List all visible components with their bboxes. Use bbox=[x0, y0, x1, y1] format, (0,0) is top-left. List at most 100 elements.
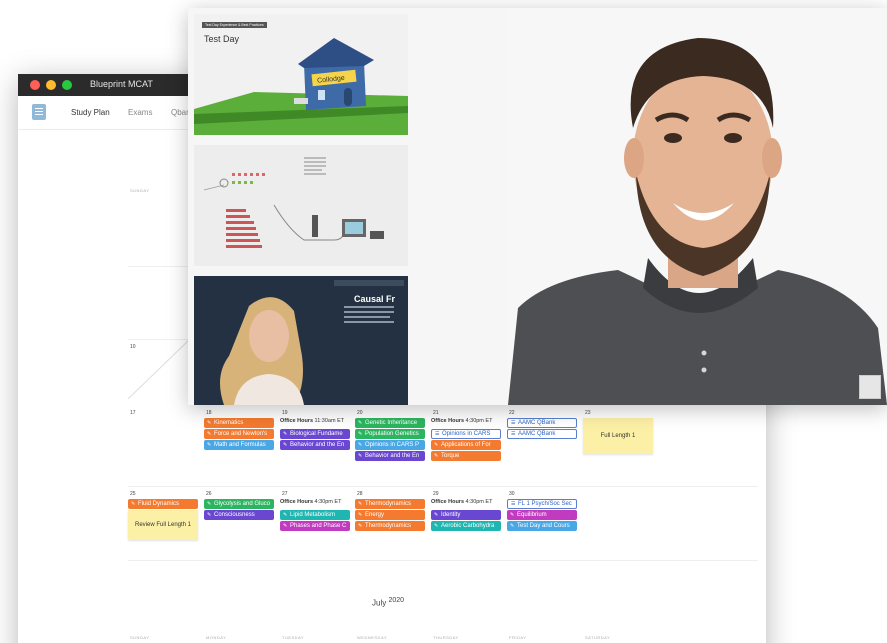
event-label: Equilibrium bbox=[517, 512, 547, 518]
pencil-icon: ✎ bbox=[434, 442, 439, 448]
event-label: Kinematics bbox=[214, 420, 244, 426]
calendar-event[interactable]: ✎ Force and Newton's bbox=[204, 429, 274, 439]
day-number: 30 bbox=[509, 491, 515, 497]
calendar-event[interactable]: ✎ Identity bbox=[431, 510, 501, 520]
office-hours[interactable]: Office Hours 11:30am ET bbox=[280, 418, 344, 424]
event-label: Applications of For bbox=[441, 442, 491, 448]
calendar-event[interactable]: ✎ Behavior and the En bbox=[355, 451, 425, 461]
calendar-event[interactable]: ✎ Thermodynamics bbox=[355, 521, 425, 531]
day-number: 22 bbox=[509, 410, 515, 416]
calendar-event[interactable]: ✎ Biological Fundame bbox=[280, 429, 350, 439]
past-day-hatch bbox=[128, 339, 190, 399]
list-icon: ☰ bbox=[511, 501, 516, 507]
office-hours-time: 4:30pm ET bbox=[464, 499, 493, 505]
presenter-man-illustration bbox=[508, 8, 887, 405]
video-panel[interactable]: Test Day Experience & Best Practices Tes… bbox=[188, 8, 887, 405]
office-hours-time: 4:30pm ET bbox=[313, 499, 342, 505]
event-label: Phases and Phase C bbox=[290, 523, 347, 529]
pencil-icon: ✎ bbox=[358, 420, 363, 426]
list-icon: ☰ bbox=[511, 420, 516, 426]
office-hours[interactable]: Office Hours 4:30pm ET bbox=[280, 499, 341, 505]
calendar-event[interactable]: ✎ Opinions in CARS P bbox=[355, 440, 425, 450]
thumbnail-title: Causal Fr bbox=[354, 294, 396, 304]
calendar-event[interactable]: ☰ FL 1 Psych/Soc Sec bbox=[507, 499, 577, 509]
pencil-icon: ✎ bbox=[434, 453, 439, 459]
calendar-event[interactable]: ✎ Kinematics bbox=[204, 418, 274, 428]
calendar-event[interactable]: ✎ Test Day and Cours bbox=[507, 521, 577, 531]
calendar-event[interactable]: ✎ Applications of For bbox=[431, 440, 501, 450]
calendar-event[interactable]: ✎ Math and Formulas bbox=[204, 440, 274, 450]
calendar-event[interactable]: ✎ Glycolysis and Gluco bbox=[204, 499, 274, 509]
calendar-event[interactable]: ✎ Energy bbox=[355, 510, 425, 520]
event-label: Aerobic Carbohydra bbox=[441, 523, 495, 529]
event-label: Energy bbox=[365, 512, 385, 518]
event-label: Test Day and Cours bbox=[517, 523, 570, 529]
event-label: Population Genetics bbox=[365, 431, 419, 437]
app-logo-icon[interactable] bbox=[32, 104, 46, 120]
minimize-window-button[interactable] bbox=[46, 80, 56, 90]
sticky-note[interactable]: Full Length 1 bbox=[583, 418, 653, 454]
office-hours-time: 4:30pm ET bbox=[464, 418, 493, 424]
nav-study-plan[interactable]: Study Plan bbox=[71, 108, 110, 117]
thumbnail-diagram[interactable] bbox=[194, 145, 408, 266]
event-label: Fluid Dynamics bbox=[138, 501, 180, 507]
thumbnail-test-day[interactable]: Test Day Experience & Best Practices Tes… bbox=[194, 14, 408, 135]
pencil-icon: ✎ bbox=[510, 512, 515, 518]
weekday-header: THURSDAY bbox=[433, 635, 459, 640]
event-label: Thermodynamics bbox=[365, 501, 412, 507]
calendar-event[interactable]: ✎ Lipid Metabolism bbox=[280, 510, 350, 520]
office-hours[interactable]: Office Hours 4:30pm ET bbox=[431, 418, 492, 424]
divider bbox=[128, 560, 758, 561]
weekday-header: SATURDAY bbox=[585, 635, 611, 640]
calendar-event[interactable]: ☰ AAMC QBank bbox=[507, 429, 577, 439]
event-label: Identity bbox=[441, 512, 461, 518]
event-label: Thermodynamics bbox=[365, 523, 412, 529]
day-number: 23 bbox=[585, 410, 591, 416]
event-label: Biological Fundame bbox=[290, 431, 343, 437]
grid-icon[interactable] bbox=[859, 375, 881, 399]
day-number: 18 bbox=[206, 410, 212, 416]
calendar-event[interactable]: ☰ Opinions in CARS bbox=[431, 429, 501, 439]
office-hours-label: Office Hours bbox=[431, 499, 465, 505]
calendar-event[interactable]: ✎ Aerobic Carbohydra bbox=[431, 521, 501, 531]
nav-exams[interactable]: Exams bbox=[128, 108, 152, 117]
college-building-illustration: Collodge bbox=[194, 38, 408, 135]
weekday-header: SUNDAY bbox=[130, 635, 150, 640]
pencil-icon: ✎ bbox=[207, 431, 212, 437]
day-number: 17 bbox=[130, 410, 136, 416]
event-label: Glycolysis and Gluco bbox=[214, 501, 271, 507]
calendar-event[interactable]: ✎ Consciousness bbox=[204, 510, 274, 520]
calendar-event[interactable]: ✎ Behavior and the En bbox=[280, 440, 350, 450]
day-number: 29 bbox=[433, 491, 439, 497]
pencil-icon: ✎ bbox=[358, 453, 363, 459]
divider bbox=[128, 266, 190, 267]
sticky-note[interactable]: Review Full Length 1 bbox=[128, 510, 198, 540]
calendar-event[interactable]: ✎ Genetic Inheritance bbox=[355, 418, 425, 428]
event-label: Torque bbox=[441, 453, 460, 459]
lab-diagram-illustration bbox=[203, 157, 384, 248]
calendar-event[interactable]: ✎ Thermodynamics bbox=[355, 499, 425, 509]
event-label: Math and Formulas bbox=[214, 442, 266, 448]
pencil-icon: ✎ bbox=[283, 523, 288, 529]
event-label: Opinions in CARS P bbox=[365, 442, 420, 448]
pencil-icon: ✎ bbox=[358, 431, 363, 437]
pencil-icon: ✎ bbox=[207, 420, 212, 426]
thumbnail-causal[interactable]: Causal Fr bbox=[194, 276, 408, 405]
divider bbox=[128, 486, 758, 487]
office-hours[interactable]: Office Hours 4:30pm ET bbox=[431, 499, 492, 505]
pencil-icon: ✎ bbox=[358, 523, 363, 529]
list-icon: ☰ bbox=[511, 431, 516, 437]
day-number: 20 bbox=[357, 410, 363, 416]
window-title: Blueprint MCAT bbox=[90, 79, 153, 89]
calendar-event[interactable]: ✎ Torque bbox=[431, 451, 501, 461]
maximize-window-button[interactable] bbox=[62, 80, 72, 90]
calendar-event[interactable]: ☰ AAMC QBank bbox=[507, 418, 577, 428]
calendar-event[interactable]: ✎ Population Genetics bbox=[355, 429, 425, 439]
day-number: 28 bbox=[357, 491, 363, 497]
list-icon: ☰ bbox=[435, 431, 440, 437]
pencil-icon: ✎ bbox=[207, 512, 212, 518]
calendar-event[interactable]: ✎ Phases and Phase C bbox=[280, 521, 350, 531]
close-window-button[interactable] bbox=[30, 80, 40, 90]
calendar-event[interactable]: ✎ Equilibrium bbox=[507, 510, 577, 520]
calendar-event[interactable]: ✎ Fluid Dynamics bbox=[128, 499, 198, 509]
